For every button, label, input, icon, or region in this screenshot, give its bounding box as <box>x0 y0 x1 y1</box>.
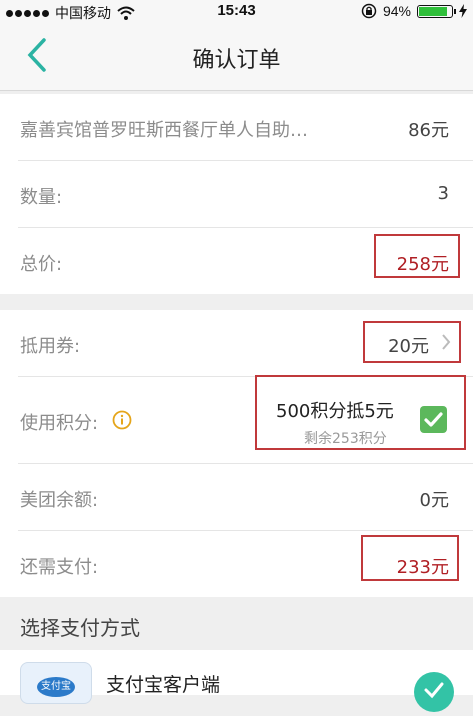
order-item-name: 嘉善宾馆普罗旺斯西餐厅单人自助… <box>20 120 308 141</box>
payment-method-name: 支付宝客户端 <box>106 674 221 696</box>
quantity-row: 数量: 3 <box>18 161 473 228</box>
annotation-box-total <box>374 234 460 278</box>
order-item-row: 嘉善宾馆普罗旺斯西餐厅单人自助… 86元 <box>18 94 473 161</box>
quantity-value: 3 <box>437 183 449 204</box>
amount-due-label: 还需支付: <box>20 557 99 578</box>
status-bar: 中国移动 15:43 94% <box>0 0 473 22</box>
points-label: 使用积分: <box>20 413 99 434</box>
coupon-label: 抵用券: <box>20 336 81 357</box>
battery-percent: 94% <box>382 3 411 19</box>
balance-row: 美团余额: 0元 <box>18 464 473 531</box>
page-title: 确认订单 <box>192 48 281 73</box>
charging-bolt-icon <box>459 4 467 18</box>
balance-value: 0元 <box>419 490 449 511</box>
payment-method-alipay[interactable]: 支付宝 支付宝客户端 <box>0 650 473 704</box>
status-right: 94% <box>361 3 467 19</box>
info-icon[interactable] <box>112 410 132 430</box>
battery-icon <box>417 4 456 18</box>
balance-label: 美团余额: <box>20 490 99 511</box>
check-mark-icon <box>424 682 444 699</box>
annotation-box-points <box>255 375 466 450</box>
rotation-lock-icon <box>361 3 377 19</box>
annotation-box-coupon <box>363 321 461 363</box>
alipay-logo-text: 支付宝 <box>37 677 75 697</box>
alipay-logo: 支付宝 <box>20 662 92 704</box>
annotation-box-due <box>361 535 459 581</box>
selected-check-icon[interactable] <box>414 672 454 712</box>
total-price-label: 总价: <box>20 254 63 275</box>
quantity-label: 数量: <box>20 187 63 208</box>
navigation-bar: 确认订单 <box>0 22 473 91</box>
payment-section-title: 选择支付方式 <box>20 616 140 640</box>
order-item-price: 86元 <box>408 120 449 141</box>
